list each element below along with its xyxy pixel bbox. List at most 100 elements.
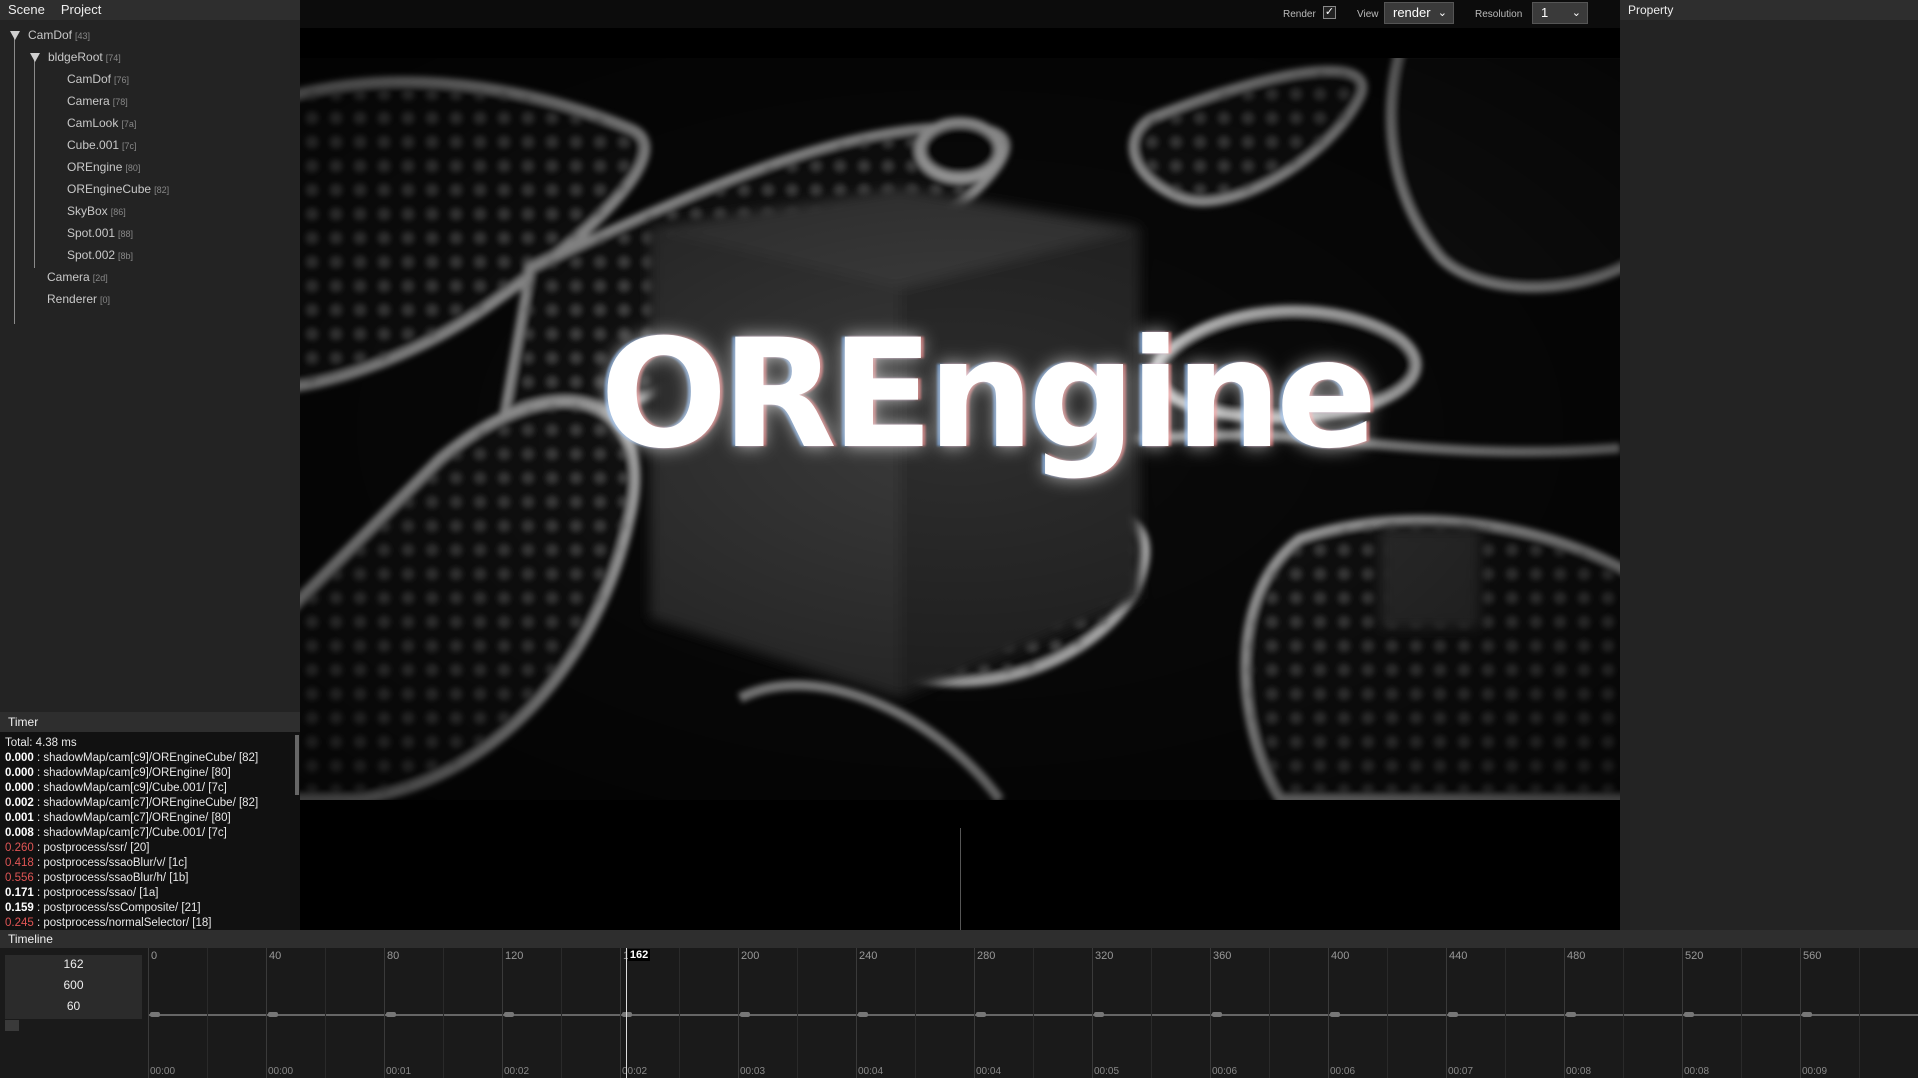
timeline-keyframe[interactable] [150, 1012, 160, 1017]
timeline-keyframe[interactable] [1448, 1012, 1458, 1017]
tree-node-label: Cube.001 [67, 138, 120, 152]
timeline-keyframe[interactable] [386, 1012, 396, 1017]
timer-header: Timer [0, 712, 300, 732]
total-frames-field[interactable]: 600 [5, 978, 142, 992]
timer-entry-label: : postprocess/ssaoBlur/h/ [1b] [33, 872, 189, 884]
timeline-keyframe[interactable] [1212, 1012, 1222, 1017]
timeline-keyframe[interactable] [976, 1012, 986, 1017]
timer-entry: 0.000 : shadowMap/cam[c9]/Cube.001/ [7c] [5, 781, 295, 796]
timer-entry: 0.001 : shadowMap/cam[c7]/OREngine/ [80] [5, 811, 295, 826]
timeline-keyframe[interactable] [1684, 1012, 1694, 1017]
timeline-major-tick [738, 948, 739, 1078]
timeline-resize-handle[interactable] [5, 1020, 19, 1031]
timeline-frame-label: 360 [1213, 950, 1232, 962]
timeline-major-tick [148, 948, 149, 1078]
timer-entry: 0.171 : postprocess/ssao/ [1a] [5, 886, 295, 901]
timeline-major-tick [266, 948, 267, 1078]
tree-node-leaf[interactable]: OREngineCube [82] [67, 178, 169, 200]
tree-node-id: [74] [105, 53, 121, 63]
tree-node-id: [2d] [92, 273, 108, 283]
timeline-minor-tick [1269, 948, 1270, 1078]
render-checkbox[interactable]: ✓ [1323, 6, 1336, 19]
timeline-frame-label: 0 [151, 950, 158, 962]
tree-node-leaf[interactable]: Camera [78] [67, 90, 128, 112]
timer-entry: 0.000 : shadowMap/cam[c9]/OREngineCube/ … [5, 751, 295, 766]
tree-node-id: [7c] [122, 141, 137, 151]
timeline-keyframe[interactable] [268, 1012, 278, 1017]
tree-node-leaf[interactable]: Spot.002 [8b] [67, 244, 133, 266]
resolution-select[interactable]: 1 ⌄ [1532, 2, 1588, 24]
tree-node-leaf[interactable]: CamDof [76] [67, 68, 129, 90]
tree-node-label: CamDof [67, 72, 112, 86]
menu-project[interactable]: Project [53, 0, 109, 20]
timer-total: Total: 4.38 ms [5, 737, 77, 749]
tree-guide-line [34, 56, 35, 268]
expand-triangle-icon[interactable] [10, 31, 20, 41]
timeline-minor-tick [1151, 948, 1152, 1078]
timeline-keyframe[interactable] [1094, 1012, 1104, 1017]
timer-entry-label: : postprocess/ssao/ [1a] [33, 887, 159, 899]
timeline-major-tick [1328, 948, 1329, 1078]
timeline-playhead[interactable] [625, 948, 627, 1078]
current-frame-field[interactable]: 162 [5, 957, 142, 971]
timeline-minor-tick [797, 948, 798, 1078]
timer-entry-label: : shadowMap/cam[c7]/OREngine/ [80] [33, 812, 231, 824]
tree-node-leaf[interactable]: SkyBox [86] [67, 200, 126, 222]
timeline-time-label: 00:05 [1094, 1066, 1120, 1077]
timeline-time-label: 00:09 [1802, 1066, 1828, 1077]
timeline-track[interactable]: 000:004000:008000:0112000:0216000:022000… [148, 948, 1918, 1078]
tree-node-id: [86] [110, 207, 126, 217]
engine-logo-text: OREngine [600, 308, 1378, 482]
property-panel [1620, 0, 1918, 930]
render-viewport[interactable]: OREngine [300, 58, 1620, 800]
timeline-keyframe[interactable] [1802, 1012, 1812, 1017]
tree-node-leaf[interactable]: Renderer [0] [47, 288, 110, 310]
tree-node-leaf[interactable]: Spot.001 [88] [67, 222, 133, 244]
view-select-value: render [1393, 5, 1431, 20]
timer-entry-value: 0.556 [5, 872, 34, 884]
timeline-minor-tick [1623, 948, 1624, 1078]
timeline-frame-label: 320 [1095, 950, 1114, 962]
tree-node-root[interactable]: CamDof [43] [10, 24, 90, 46]
timeline-keyframe[interactable] [1566, 1012, 1576, 1017]
tree-node-id: [0] [100, 295, 111, 305]
timeline-frame-label: 520 [1685, 950, 1704, 962]
timeline-major-tick [1682, 948, 1683, 1078]
timeline-fields: 162 600 60 [5, 955, 142, 1019]
timer-scrollbar[interactable] [295, 735, 299, 795]
tree-node-leaf[interactable]: OREngine [80] [67, 156, 140, 178]
tree-node-child[interactable]: bldgeRoot [74] [30, 46, 121, 68]
timer-entry-label: : postprocess/ssComposite/ [21] [33, 902, 201, 914]
menu-scene[interactable]: Scene [0, 0, 53, 20]
timeline-keyframe[interactable] [858, 1012, 868, 1017]
tree-node-label: Camera [47, 270, 90, 284]
tree-node-label: CamLook [67, 116, 119, 130]
checkmark-icon: ✓ [1324, 6, 1335, 18]
expand-triangle-icon[interactable] [30, 53, 40, 63]
timeline-keyframe[interactable] [504, 1012, 514, 1017]
timeline-time-label: 00:07 [1448, 1066, 1474, 1077]
tree-node-leaf[interactable]: Cube.001 [7c] [67, 134, 137, 156]
tree-node-leaf[interactable]: Camera [2d] [47, 266, 108, 288]
timeline-major-tick [1564, 948, 1565, 1078]
tree-node-leaf[interactable]: CamLook [7a] [67, 112, 136, 134]
timeline-keyframe[interactable] [740, 1012, 750, 1017]
timeline-frame-label: 80 [387, 950, 400, 962]
view-select[interactable]: render ⌄ [1384, 2, 1454, 24]
tree-node-label: SkyBox [67, 204, 108, 218]
timeline-major-tick [856, 948, 857, 1078]
timer-entry-value: 0.000 [5, 752, 34, 764]
timeline-minor-tick [1859, 948, 1860, 1078]
timeline-minor-tick [1505, 948, 1506, 1078]
timeline-minor-tick [443, 948, 444, 1078]
timer-entry-value: 0.260 [5, 842, 34, 854]
timeline-keyframe[interactable] [622, 1012, 632, 1017]
fps-field[interactable]: 60 [5, 999, 142, 1013]
timer-entry: 0.000 : shadowMap/cam[c9]/OREngine/ [80] [5, 766, 295, 781]
timeline-keyframe[interactable] [1330, 1012, 1340, 1017]
timer-entry-value: 0.418 [5, 857, 34, 869]
render-label: Render [1283, 9, 1316, 20]
timeline-time-label: 00:02 [504, 1066, 530, 1077]
timeline-major-tick [502, 948, 503, 1078]
tree-node-label: Camera [67, 94, 110, 108]
